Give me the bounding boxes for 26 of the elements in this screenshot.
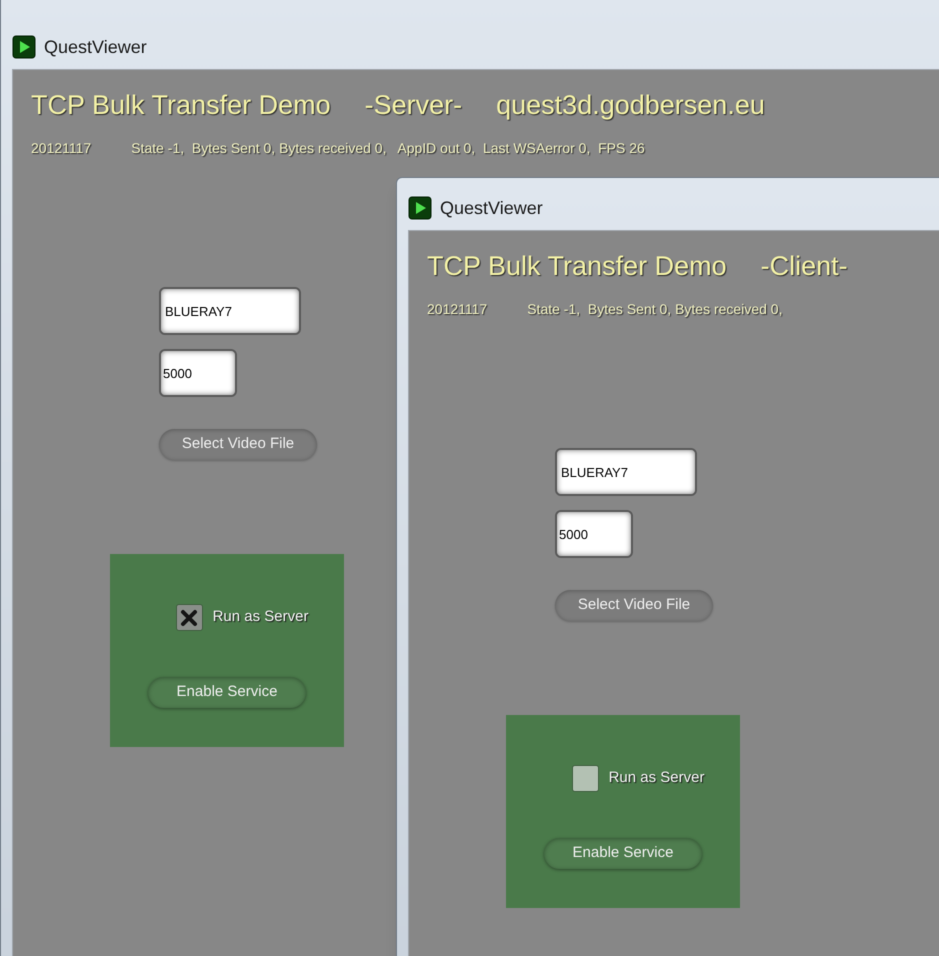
heading-text: quest3d.godbersen.eu <box>496 89 765 122</box>
status-text: State -1, Bytes Sent 0, Bytes received 0, <box>527 300 782 319</box>
select-video-button[interactable]: Select Video File <box>159 429 317 460</box>
run-as-server-checkbox[interactable] <box>572 765 599 792</box>
select-video-button[interactable]: Select Video File <box>555 590 713 621</box>
play-icon <box>12 35 36 59</box>
checkbox-label: Run as Server <box>608 768 704 788</box>
heading-text: -Server- <box>364 89 462 122</box>
checkbox-label: Run as Server <box>212 607 308 628</box>
enable-service-button[interactable]: Enable Service <box>148 677 306 708</box>
window-title: QuestViewer <box>44 36 147 58</box>
heading-text: TCP Bulk Transfer Demo <box>427 250 727 283</box>
port-field[interactable]: 5000 <box>159 349 237 397</box>
host-field[interactable]: BLUERAY7 <box>159 287 301 335</box>
host-field[interactable]: BLUERAY7 <box>555 448 697 496</box>
status-text: State -1, Bytes Sent 0, Bytes received 0, AppID out 0, Last WSAerror 0, FPS 26 <box>131 139 645 158</box>
port-field[interactable]: 5000 <box>555 510 633 558</box>
window-title: QuestViewer <box>440 196 543 220</box>
play-icon <box>408 196 432 220</box>
status-date: 20121117 <box>31 139 92 158</box>
heading-text: -Client- <box>760 250 848 283</box>
cross-icon <box>180 608 198 626</box>
heading-text: TCP Bulk Transfer Demo <box>31 89 331 122</box>
enable-service-button[interactable]: Enable Service <box>544 838 702 869</box>
run-as-server-checkbox[interactable] <box>176 604 203 631</box>
status-date: 20121117 <box>427 300 488 319</box>
